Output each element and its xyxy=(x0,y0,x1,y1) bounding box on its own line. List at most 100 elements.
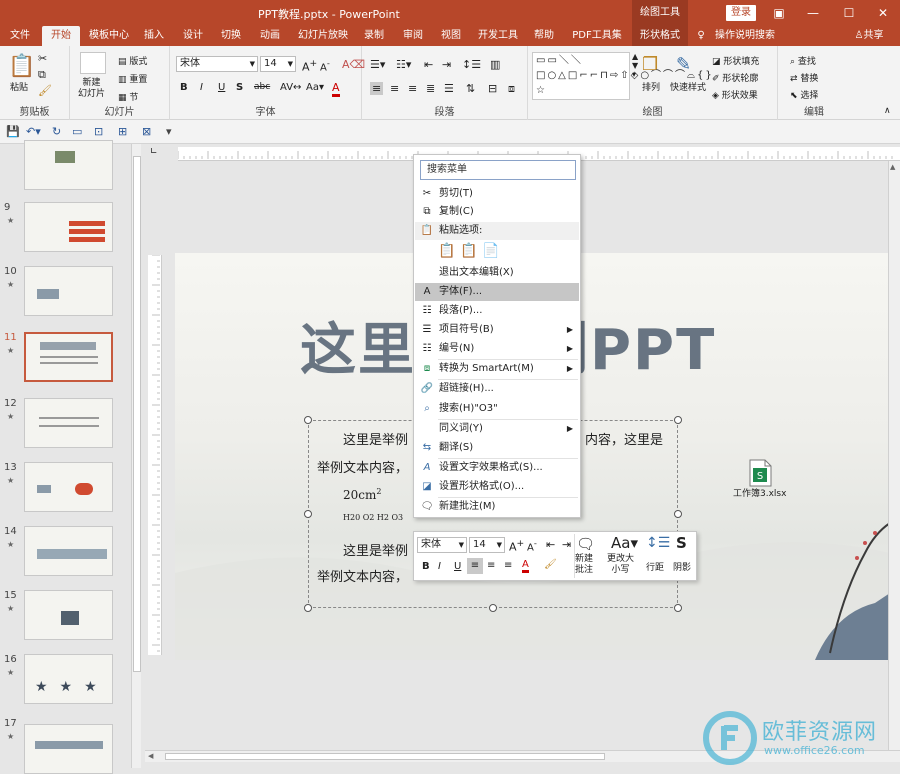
menu-item-copy[interactable]: ⧉ 复制(C) xyxy=(415,203,579,221)
font-size-combo[interactable]: 14 ▼ xyxy=(260,56,296,72)
body-text-line[interactable]: 举例文本内容， xyxy=(317,457,408,476)
mini-new-comment-button[interactable]: 新建 批注 xyxy=(575,554,593,576)
from-beginning-icon[interactable]: ⊡ xyxy=(94,125,103,138)
login-button[interactable]: 登录 xyxy=(726,5,756,21)
decrease-indent-icon[interactable]: ⇤ xyxy=(424,58,433,71)
align-right-icon[interactable]: ≡ xyxy=(408,82,417,95)
strikethrough-button[interactable]: abc xyxy=(254,82,270,92)
mini-underline-button[interactable]: U xyxy=(454,561,461,572)
distributed-icon[interactable]: ☰ xyxy=(444,82,454,95)
find-button[interactable]: ⌕ 查找 xyxy=(790,54,816,67)
redo-icon[interactable]: ↻ xyxy=(52,125,61,138)
copy-icon[interactable]: ⧉ xyxy=(38,68,46,82)
shrink-font-icon[interactable]: A- xyxy=(320,58,330,73)
section-button[interactable]: ▦ 节 xyxy=(118,90,138,103)
tab-pdf[interactable]: PDF工具集 xyxy=(568,26,626,46)
body-text-line[interactable]: 内容，这里是 xyxy=(585,429,663,448)
menu-item-text-effects[interactable]: A 设置文字效果格式(S)... xyxy=(415,459,579,477)
paste-button[interactable]: 粘贴 xyxy=(10,80,28,93)
text-shadow-icon[interactable]: S xyxy=(676,534,687,552)
shapes-gallery[interactable]: ▭▭＼＼□○△□⌐⌐⊓⇨⇧◇○⌒⌒⌒⌓{}☆ xyxy=(532,52,712,100)
tell-me-search[interactable]: 操作说明搜索 xyxy=(714,26,776,46)
increase-indent-icon[interactable]: ⇥ xyxy=(562,538,571,551)
resize-handle[interactable] xyxy=(304,416,312,424)
char-spacing-icon[interactable]: AV↔ xyxy=(280,82,301,93)
scrollbar-thumb[interactable] xyxy=(133,156,141,672)
replace-button[interactable]: ⇄ 替换 xyxy=(790,71,818,84)
mini-size-combo[interactable]: 14 ▼ xyxy=(469,537,505,553)
grow-font-icon[interactable]: A+ xyxy=(509,538,524,554)
slide-thumbnail[interactable] xyxy=(24,462,113,512)
text-shadow-button[interactable]: S xyxy=(236,82,243,93)
menu-item-cut[interactable]: ✂ 剪切(T) xyxy=(415,185,579,203)
align-text-icon[interactable]: ⊟ xyxy=(488,82,497,95)
mini-align-left-icon[interactable]: ≡ xyxy=(467,558,483,574)
underline-button[interactable]: U xyxy=(218,82,225,93)
italic-button[interactable]: I xyxy=(200,82,203,93)
formula-text[interactable]: 20cm2 xyxy=(343,487,381,502)
tab-help[interactable]: 帮助 xyxy=(530,26,558,46)
tab-record[interactable]: 录制 xyxy=(360,26,388,46)
change-case-icon[interactable]: Aa▾ xyxy=(611,534,638,552)
menu-item-smartart[interactable]: ⧈ 转换为 SmartArt(M) ▶ xyxy=(415,360,579,378)
menu-item-numbering[interactable]: ☷ 编号(N) ▶ xyxy=(415,340,579,358)
slide-thumbnail[interactable] xyxy=(24,202,113,252)
attachment-label[interactable]: 工作簿3.xlsx xyxy=(733,486,786,499)
tab-slideshow[interactable]: 幻灯片放映 xyxy=(294,26,352,46)
undo-icon[interactable]: ↶▾ xyxy=(26,125,41,138)
menu-item-font[interactable]: A 字体(F)... xyxy=(415,283,579,301)
share-button[interactable]: ♙共享 xyxy=(850,26,888,46)
shrink-font-icon[interactable]: A- xyxy=(527,538,537,553)
scroll-up-icon[interactable]: ▲ xyxy=(890,163,895,171)
scrollbar-thumb[interactable] xyxy=(165,753,605,760)
minimize-icon[interactable]: — xyxy=(796,0,830,26)
line-spacing-icon[interactable]: ↕☰ xyxy=(646,535,670,551)
line-spacing-icon[interactable]: ↕☰ xyxy=(462,58,481,71)
tab-transitions[interactable]: 切换 xyxy=(216,26,246,46)
menu-item-translate[interactable]: ⇆ 翻译(S) xyxy=(415,439,579,457)
change-case-icon[interactable]: Aa▾ xyxy=(306,82,324,93)
customize-qat-icon[interactable]: ▾ xyxy=(166,125,172,138)
increase-indent-icon[interactable]: ⇥ xyxy=(442,58,451,71)
mini-italic-button[interactable]: I xyxy=(438,561,441,572)
menu-search-input[interactable]: 搜索菜单 xyxy=(420,160,576,180)
menu-item-paragraph[interactable]: ☷ 段落(P)... xyxy=(415,302,579,320)
menu-item-new-comment[interactable]: 🗨 新建批注(M) xyxy=(415,498,579,516)
font-name-combo[interactable]: 宋体 ▼ xyxy=(176,56,258,72)
close-icon[interactable]: ✕ xyxy=(866,0,900,26)
thumbnails-scrollbar[interactable] xyxy=(131,144,141,768)
tab-stop-icon[interactable]: ∟ xyxy=(150,147,158,157)
resize-handle[interactable] xyxy=(674,510,682,518)
body-text-line[interactable]: 举例文本内容， xyxy=(317,566,408,585)
tab-view[interactable]: 视图 xyxy=(436,26,466,46)
mini-format-painter-icon[interactable]: 🖌 xyxy=(544,559,557,570)
tab-file[interactable]: 文件 xyxy=(6,26,34,46)
slide-thumbnail[interactable] xyxy=(24,724,113,774)
tab-template[interactable]: 模板中心 xyxy=(86,26,132,46)
reset-button[interactable]: ▥ 重置 xyxy=(118,72,147,85)
body-text-line[interactable]: 这里是举例 xyxy=(343,540,408,559)
mini-shadow-button[interactable]: 阴影 xyxy=(673,560,691,573)
columns-icon[interactable]: ▥ xyxy=(490,58,500,71)
resize-handle[interactable] xyxy=(674,604,682,612)
presentation-icon[interactable]: ⊠ xyxy=(142,125,151,138)
save-icon[interactable]: 💾 xyxy=(6,125,20,138)
slide-thumbnail[interactable] xyxy=(24,398,113,448)
tab-shape-format[interactable]: 形状格式 xyxy=(632,26,688,46)
slide-thumbnail[interactable] xyxy=(24,590,113,640)
menu-item-hyperlink[interactable]: 🔗 超链接(H)... xyxy=(415,380,579,398)
mini-font-color-icon[interactable]: A xyxy=(522,559,529,573)
new-comment-icon[interactable]: 🗨 xyxy=(576,535,595,553)
bullets-icon[interactable]: ☰▾ xyxy=(370,58,385,71)
tab-design[interactable]: 设计 xyxy=(178,26,208,46)
slide-thumbnail-selected[interactable] xyxy=(24,332,113,382)
paste-keep-formatting-icon[interactable]: 📋 xyxy=(438,243,455,259)
grow-font-icon[interactable]: A+ xyxy=(302,58,317,74)
arrange-icon[interactable]: ❐ xyxy=(642,54,658,75)
menu-item-bullets[interactable]: ☰ 项目符号(B) ▶ xyxy=(415,321,579,339)
tab-review[interactable]: 审阅 xyxy=(398,26,428,46)
justify-icon[interactable]: ≣ xyxy=(426,82,435,95)
arrange-button[interactable]: 排列 xyxy=(642,80,660,93)
numbering-icon[interactable]: ☷▾ xyxy=(396,58,411,71)
mini-align-right-icon[interactable]: ≡ xyxy=(504,560,512,571)
